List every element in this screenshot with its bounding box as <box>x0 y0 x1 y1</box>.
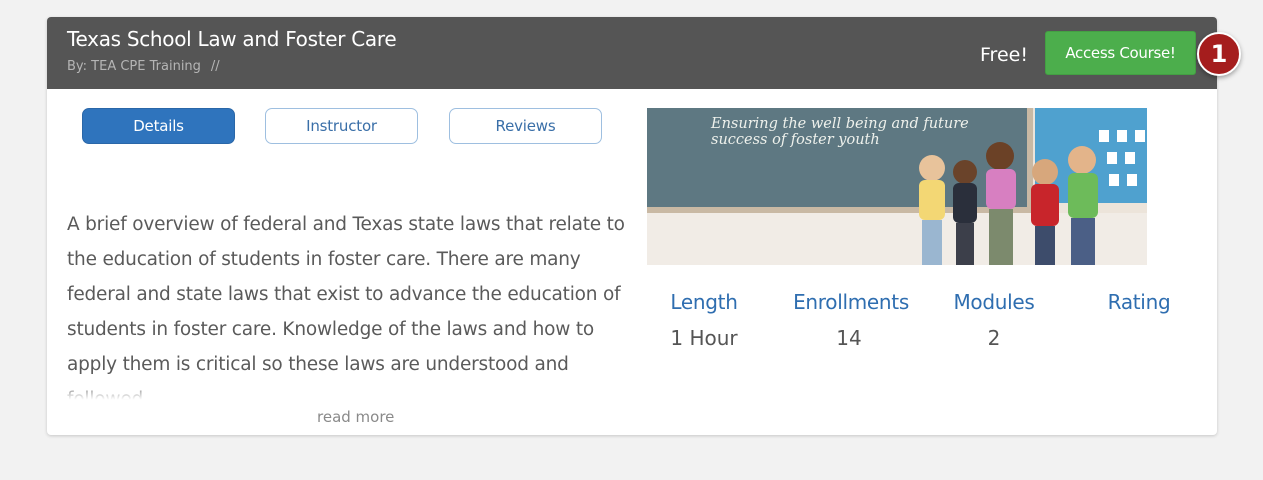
step-number-badge: 1 <box>1197 32 1241 76</box>
byline-separator: // <box>210 59 220 74</box>
tab-reviews[interactable]: Reviews <box>449 108 602 144</box>
course-title: Texas School Law and Foster Care <box>67 27 397 51</box>
stat-modules-label: Modules <box>953 290 1035 314</box>
course-byline: By: TEA CPE Training // <box>67 59 220 74</box>
read-more-link[interactable]: read more <box>317 408 394 426</box>
stat-rating-label: Rating <box>1107 290 1171 314</box>
course-author: By: TEA CPE Training <box>67 59 201 74</box>
banner-caption: Ensuring the well being and future succe… <box>711 116 969 148</box>
stat-modules-value: 2 <box>987 326 1001 350</box>
course-banner-image: Ensuring the well being and future succe… <box>647 108 1147 265</box>
course-card: Texas School Law and Foster Care By: TEA… <box>47 17 1217 435</box>
course-price: Free! <box>980 44 1028 66</box>
stat-enrollments-label: Enrollments <box>793 290 909 314</box>
course-description: A brief overview of federal and Texas st… <box>67 207 627 403</box>
stat-enrollments-value: 14 <box>836 326 862 350</box>
stat-length-value: 1 Hour <box>670 326 738 350</box>
access-course-button[interactable]: Access Course! <box>1045 31 1196 75</box>
course-header: Texas School Law and Foster Care By: TEA… <box>47 17 1217 89</box>
tab-instructor[interactable]: Instructor <box>265 108 418 144</box>
stat-length-label: Length <box>670 290 738 314</box>
tab-details[interactable]: Details <box>82 108 235 144</box>
